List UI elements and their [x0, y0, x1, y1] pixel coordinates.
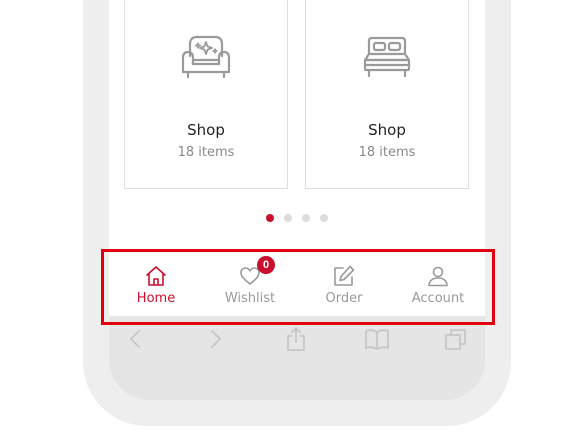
nav-item-home[interactable]: Home — [109, 254, 203, 316]
wishlist-count-badge: 0 — [257, 256, 275, 274]
nav-label-order: Order — [325, 291, 363, 306]
category-card-bed[interactable]: Shop 18 items — [305, 0, 469, 189]
carousel-dot-1[interactable] — [266, 214, 274, 222]
user-icon — [428, 266, 448, 287]
wishlist-icon-wrap: 0 — [238, 256, 275, 288]
card-item-count: 18 items — [177, 145, 235, 160]
tabs-icon[interactable] — [443, 326, 469, 352]
edit-icon — [334, 265, 355, 286]
forward-icon[interactable] — [202, 326, 228, 352]
back-icon[interactable] — [123, 326, 149, 352]
card-title: Shop — [368, 121, 406, 139]
bed-icon — [363, 36, 411, 78]
home-icon — [146, 266, 166, 286]
carousel-dot-4[interactable] — [320, 214, 328, 222]
nav-item-order[interactable]: Order — [297, 254, 391, 316]
browser-toolbar — [109, 320, 485, 358]
nav-label-home: Home — [136, 291, 176, 306]
carousel-dot-3[interactable] — [302, 214, 310, 222]
carousel-pagination — [266, 214, 328, 222]
share-icon[interactable] — [283, 326, 309, 352]
armchair-icon — [181, 35, 231, 79]
nav-label-wishlist: Wishlist — [224, 291, 276, 306]
nav-label-account: Account — [411, 291, 465, 306]
nav-item-account[interactable]: Account — [391, 254, 485, 316]
card-title: Shop — [187, 121, 225, 139]
card-item-count: 18 items — [358, 145, 416, 160]
mockup-stage: Shop 18 items Shop 18 items Home 0 Wishl… — [0, 0, 582, 444]
category-card-armchair[interactable]: Shop 18 items — [124, 0, 288, 189]
carousel-dot-2[interactable] — [284, 214, 292, 222]
bookmarks-icon[interactable] — [364, 326, 390, 352]
bottom-navigation: Home 0 Wishlist Order Account — [109, 254, 485, 316]
nav-item-wishlist[interactable]: 0 Wishlist — [203, 254, 297, 316]
